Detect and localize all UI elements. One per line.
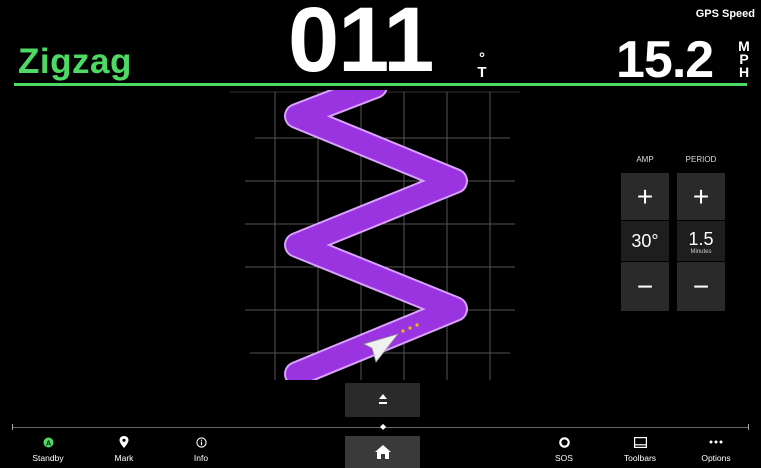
period-decrease-button[interactable]: − <box>677 262 725 311</box>
toolbars-icon <box>633 433 647 451</box>
nav-mark[interactable]: Mark <box>94 433 154 468</box>
nav-toolbars-label: Toolbars <box>623 453 657 463</box>
info-icon <box>195 433 207 451</box>
svg-text:A: A <box>45 440 50 447</box>
period-label: PERIOD <box>685 155 717 164</box>
nav-options-label: Options <box>701 453 731 463</box>
period-value: 1.5 <box>688 229 714 249</box>
expand-up-icon <box>378 394 387 404</box>
map-pin-icon <box>119 433 129 451</box>
home-icon <box>374 445 391 459</box>
nav-toolbars[interactable]: Toolbars <box>610 433 670 468</box>
nav-mark-label: Mark <box>114 453 134 463</box>
expand-button[interactable] <box>345 383 420 417</box>
nav-sos-label: SOS <box>555 453 573 463</box>
plus-icon: + <box>692 180 710 212</box>
nav-sos[interactable]: SOS <box>534 433 594 468</box>
nav-info-label: Info <box>193 453 209 463</box>
scale-tick <box>12 424 13 430</box>
nav-standby-label: Standby <box>32 453 64 463</box>
home-button[interactable] <box>345 436 420 468</box>
amp-decrease-button[interactable]: − <box>621 262 669 311</box>
lifebuoy-icon <box>558 433 570 451</box>
more-dots-icon <box>709 433 723 451</box>
period-value-box: 1.5 Minutes <box>677 221 725 261</box>
period-increase-button[interactable]: + <box>677 173 725 220</box>
minus-icon: − <box>692 270 710 302</box>
minus-icon: − <box>636 270 654 302</box>
plus-icon: + <box>636 180 654 212</box>
autopilot-icon: A <box>43 433 54 451</box>
nav-info[interactable]: Info <box>171 433 231 468</box>
nav-options[interactable]: Options <box>686 433 746 468</box>
nav-standby[interactable]: A Standby <box>18 433 78 468</box>
scale-marker-icon: ◆ <box>380 422 387 431</box>
period-unit: Minutes <box>690 249 712 255</box>
amp-increase-button[interactable]: + <box>621 173 669 220</box>
scale-tick <box>748 424 749 430</box>
amp-value: 30° <box>621 221 669 261</box>
amp-label: AMP <box>636 155 654 164</box>
